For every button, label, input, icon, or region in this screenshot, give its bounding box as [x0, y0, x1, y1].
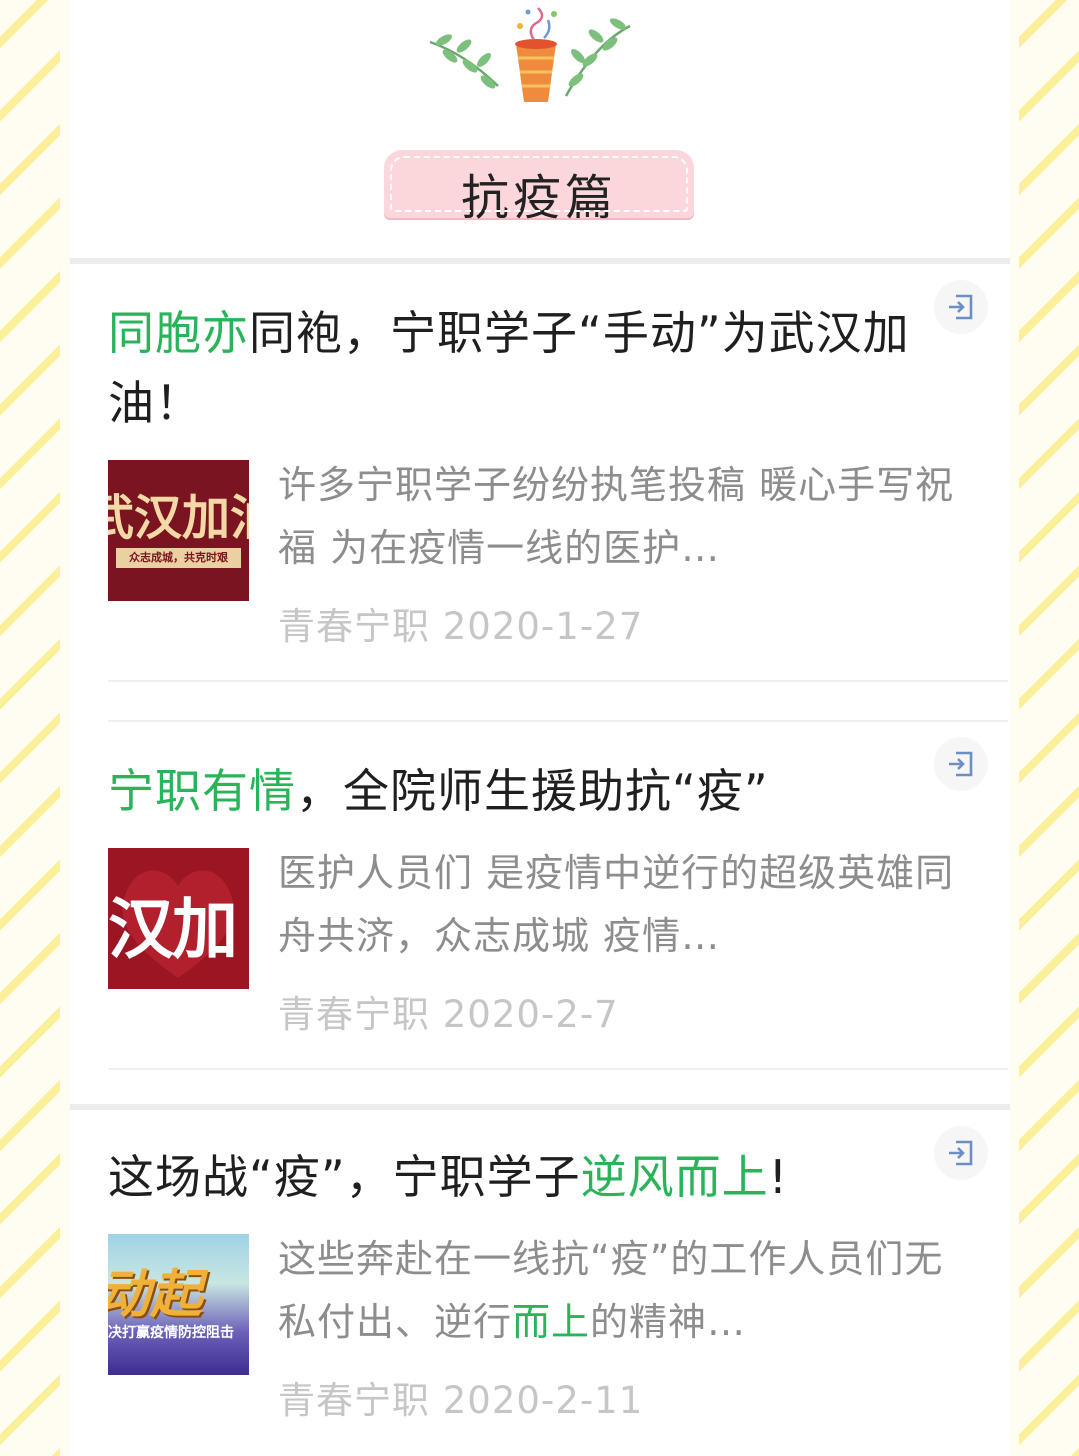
row-separator — [108, 680, 1008, 682]
article-source: 青春宁职 — [278, 605, 430, 648]
article-summary: 这些奔赴在一线抗“疫”的工作人员们无私付出、逆行而上的精神… — [278, 1228, 978, 1354]
article-meta: 青春宁职 2020-2-11 — [278, 1370, 643, 1424]
article-meta: 青春宁职 2020-2-7 — [278, 984, 619, 1038]
title-text: 这场战“疫”，宁职学子 — [108, 1150, 581, 1204]
section-divider — [70, 1104, 1010, 1110]
article-date: 2020-2-7 — [442, 993, 619, 1036]
article-thumbnail[interactable]: 武汉加油 众志成城，共克时艰 — [108, 460, 249, 601]
article-date: 2020-2-11 — [442, 1379, 644, 1422]
title-highlight: 逆风而上 — [580, 1150, 769, 1204]
article-title[interactable]: 同胞亦同袍，宁职学子“手动”为武汉加油！ — [108, 298, 938, 438]
article-thumbnail[interactable]: 动起 决打赢疫情防控阻击 — [108, 1234, 249, 1375]
title-end: ! — [768, 1150, 789, 1204]
party-cup-icon — [429, 7, 631, 102]
thumbnail-text: 武汉加油 — [108, 490, 249, 546]
title-text: ，全院师生援助抗“疫” — [296, 764, 769, 818]
row-separator — [108, 720, 1008, 722]
thumbnail-text: 汉加 — [108, 891, 238, 968]
article-summary: 医护人员们 是疫情中逆行的超级英雄同舟共济，众志成城 疫情… — [278, 851, 955, 958]
section-divider — [70, 258, 1010, 264]
left-stripe-border — [0, 0, 60, 1456]
open-in-icon[interactable] — [934, 280, 988, 334]
article-title[interactable]: 宁职有情，全院师生援助抗“疫” — [108, 756, 938, 826]
thumbnail-subtext: 决打赢疫情防控阻击 — [108, 1325, 234, 1341]
article-meta: 青春宁职 2020-1-27 — [278, 596, 643, 650]
article-source: 青春宁职 — [278, 993, 430, 1036]
right-stripe-border — [1019, 0, 1079, 1456]
open-in-icon[interactable] — [934, 1126, 988, 1180]
article-date: 2020-1-27 — [442, 605, 644, 648]
article-summary: 许多宁职学子纷纷执笔投稿 暖心手写祝福 为在疫情一线的医护… — [278, 463, 955, 570]
article-item[interactable]: 同胞亦同袍，宁职学子“手动”为武汉加油！ 武汉加油 众志成城，共克时艰 许多宁职… — [108, 280, 988, 678]
summary-end: 的精神… — [590, 1300, 747, 1344]
summary-highlight: 而上 — [512, 1300, 591, 1344]
section-title: 抗疫篇 — [460, 170, 617, 226]
article-thumbnail[interactable]: 汉加 — [108, 848, 249, 989]
thumbnail-text: 动起 — [108, 1264, 203, 1325]
title-highlight: 宁职有情 — [108, 764, 296, 818]
article-source: 青春宁职 — [278, 1379, 430, 1422]
row-separator — [108, 1068, 1008, 1070]
article-title[interactable]: 这场战“疫”，宁职学子逆风而上! — [108, 1142, 938, 1212]
article-item[interactable]: 这场战“疫”，宁职学子逆风而上! 动起 决打赢疫情防控阻击 这些奔赴在一线抗“疫… — [108, 1126, 988, 1442]
article-item[interactable]: 宁职有情，全院师生援助抗“疫” 汉加 医护人员们 是疫情中逆行的超级英雄同舟共济… — [108, 737, 988, 1066]
title-highlight: 同胞亦 — [108, 306, 249, 360]
open-in-icon[interactable] — [934, 737, 988, 791]
section-title-tag: 抗疫篇 — [384, 150, 694, 226]
thumbnail-subtext: 众志成城，共克时艰 — [116, 548, 241, 568]
